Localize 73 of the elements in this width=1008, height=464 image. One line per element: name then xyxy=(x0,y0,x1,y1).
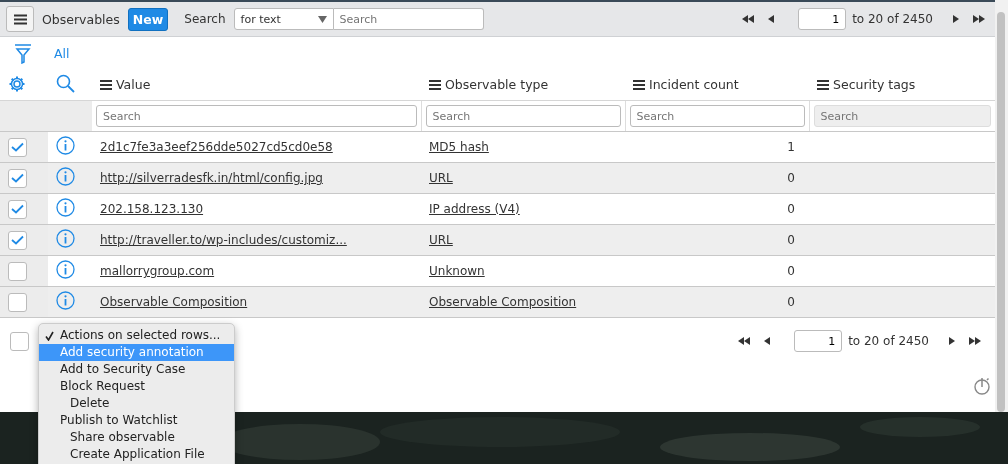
checkbox[interactable] xyxy=(10,331,29,351)
menu-icon xyxy=(817,79,829,90)
column-search-field[interactable]: Search xyxy=(96,105,417,127)
type-link[interactable]: Unknown xyxy=(429,264,485,278)
checkbox[interactable] xyxy=(8,199,27,219)
info-icon[interactable] xyxy=(56,260,75,279)
search-label: Search xyxy=(184,12,226,26)
checkbox[interactable] xyxy=(8,168,27,188)
caret-icon xyxy=(317,15,327,23)
page-range: to 20 of 2450 xyxy=(852,12,933,26)
column-header[interactable]: Incident count xyxy=(649,77,739,93)
scrollbar-thumb[interactable] xyxy=(997,12,1005,412)
menu-item[interactable]: Actions on selected rows... xyxy=(39,327,234,344)
first-page-icon[interactable] xyxy=(740,14,757,24)
checkbox[interactable] xyxy=(8,230,27,250)
list-title: Observables xyxy=(42,11,120,27)
info-icon[interactable] xyxy=(56,167,75,186)
settings-icon[interactable] xyxy=(8,74,26,93)
menu-item[interactable]: Delete xyxy=(39,395,234,412)
menu-item[interactable]: Publish to Watchlist xyxy=(39,412,234,429)
menu-icon xyxy=(100,79,112,90)
checkbox[interactable] xyxy=(8,137,27,157)
new-button[interactable]: New xyxy=(127,7,169,31)
type-link[interactable]: MD5 hash xyxy=(429,140,489,154)
previous-page-icon[interactable] xyxy=(766,14,777,24)
incident-count: 0 xyxy=(787,202,795,216)
info-icon[interactable] xyxy=(56,229,75,248)
menu-icon xyxy=(633,79,645,90)
last-page-icon[interactable] xyxy=(967,336,983,346)
checkbox[interactable] xyxy=(8,292,27,312)
incident-count: 0 xyxy=(787,233,795,247)
column-header[interactable]: Observable type xyxy=(445,77,549,93)
type-link[interactable]: URL xyxy=(429,171,453,185)
incident-count: 0 xyxy=(787,264,795,278)
incident-count: 0 xyxy=(787,171,795,185)
next-page-icon[interactable] xyxy=(947,336,957,346)
column-search-field[interactable]: Search xyxy=(629,105,805,127)
last-page-icon[interactable] xyxy=(971,14,987,24)
filter-breadcrumb[interactable]: All xyxy=(54,46,70,61)
incident-count: 0 xyxy=(787,295,795,309)
menu-icon xyxy=(429,79,441,90)
value-link[interactable]: Observable Composition xyxy=(100,295,248,309)
value-link[interactable]: mallorrygroup.com xyxy=(100,264,215,278)
incident-count: 1 xyxy=(787,140,795,154)
search-type-dropdown[interactable]: for text xyxy=(233,8,334,30)
page-field[interactable]: 1 xyxy=(798,8,847,30)
search-field[interactable]: Search xyxy=(333,8,484,30)
menu-icon xyxy=(13,13,27,25)
menu-button[interactable] xyxy=(6,6,34,32)
value-link[interactable]: 2d1c7fe3a3eef256dde5027cd5cd0e58 xyxy=(100,140,333,154)
type-link[interactable]: URL xyxy=(429,233,453,247)
search-icon[interactable] xyxy=(56,74,75,93)
page-range: to 20 of 2450 xyxy=(848,334,929,348)
info-icon[interactable] xyxy=(56,198,75,217)
filter-icon[interactable] xyxy=(14,43,32,64)
menu-item[interactable]: Share observable xyxy=(39,429,234,446)
page-field[interactable]: 1 xyxy=(794,330,843,352)
info-icon[interactable] xyxy=(56,291,75,310)
type-link[interactable]: IP address (V4) xyxy=(429,202,520,216)
value-link[interactable]: 202.158.123.130 xyxy=(100,202,204,216)
info-icon[interactable] xyxy=(56,136,75,155)
checkbox[interactable] xyxy=(8,261,27,281)
column-header[interactable]: Value xyxy=(116,77,151,93)
menu-item[interactable]: Create Application File xyxy=(39,446,234,463)
column-search-field[interactable]: Search xyxy=(425,105,621,127)
first-page-icon[interactable] xyxy=(736,336,753,346)
next-page-icon[interactable] xyxy=(951,14,961,24)
check-icon xyxy=(45,331,54,341)
menu-item[interactable]: Block Request xyxy=(39,378,234,395)
menu-item[interactable]: Add to Security Case xyxy=(39,361,234,378)
previous-page-icon[interactable] xyxy=(762,336,773,346)
column-header[interactable]: Security tags xyxy=(833,77,916,93)
stopwatch-icon[interactable] xyxy=(973,376,991,396)
